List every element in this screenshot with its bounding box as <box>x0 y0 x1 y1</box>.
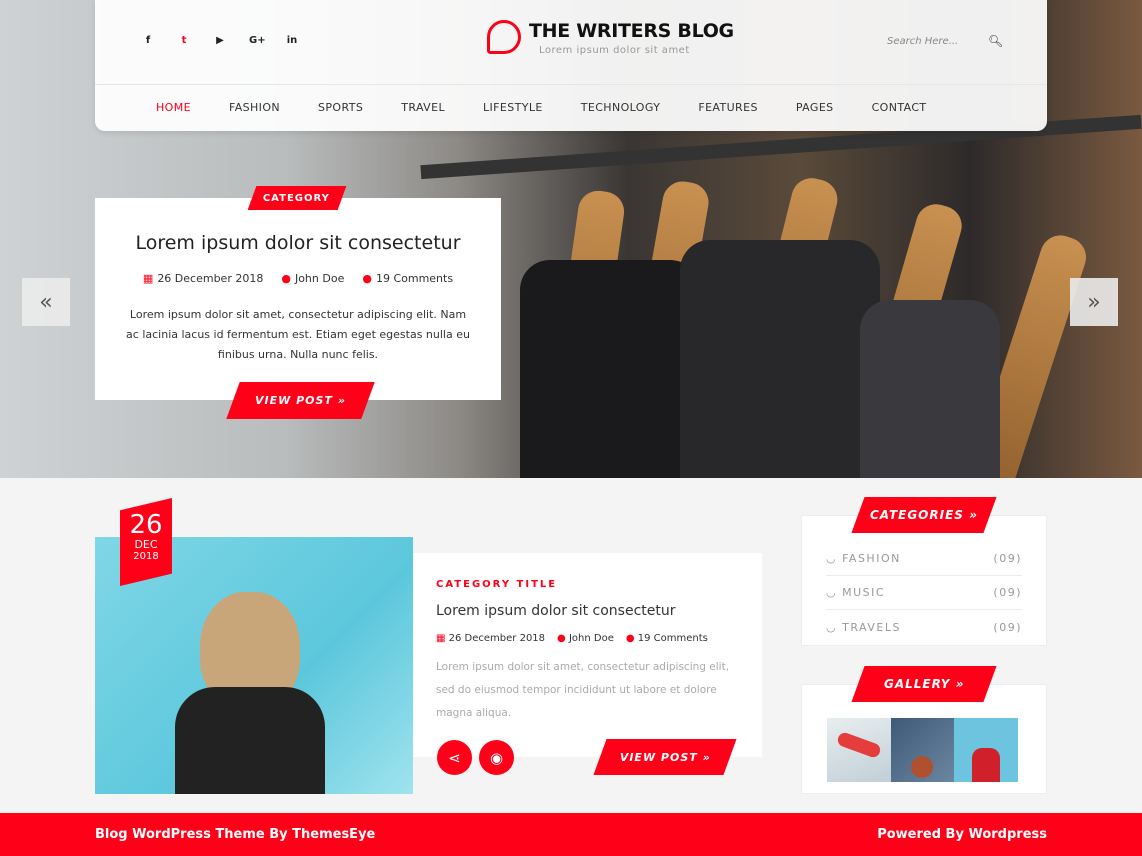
chat-pen-icon <box>487 20 521 54</box>
google-plus-icon[interactable]: G+ <box>249 35 266 46</box>
nav-features[interactable]: FEATURES <box>698 85 758 131</box>
nav-travel[interactable]: TRAVEL <box>401 85 445 131</box>
main-nav: HOME FASHION SPORTS TRAVEL LIFESTYLE TEC… <box>95 84 1047 131</box>
nav-sports[interactable]: SPORTS <box>318 85 363 131</box>
youtube-icon[interactable]: ▶ <box>213 35 227 46</box>
slider-prev-button[interactable]: « <box>22 278 70 326</box>
post-excerpt: Lorem ipsum dolor sit amet, consectetur … <box>436 661 730 719</box>
search-icon[interactable]: 🔍︎ <box>988 34 1003 48</box>
gallery-heading: GALLERY » <box>851 666 997 702</box>
nav-pages[interactable]: PAGES <box>796 85 834 131</box>
view-button[interactable]: ◉ <box>479 740 514 775</box>
category-item[interactable]: ◡ TRAVELS (09) <box>826 610 1022 644</box>
calendar-icon: ▦ <box>142 272 154 285</box>
post-meta: ▦ 26 December 2018 ● John Doe ● 19 Comme… <box>436 633 708 644</box>
gallery-image[interactable] <box>827 718 891 782</box>
post-card: CATEGORY TITLE Lorem ipsum dolor sit con… <box>413 553 762 757</box>
gallery-image[interactable] <box>954 718 1018 782</box>
categories-widget: ◡ FASHION (09) ◡ MUSIC (09) ◡ TRAVELS (09) <box>801 515 1047 646</box>
category-item[interactable]: ◡ MUSIC (09) <box>826 576 1022 610</box>
calendar-icon: ▦ <box>436 633 446 644</box>
gallery-image[interactable] <box>891 718 954 782</box>
post-view-button[interactable]: VIEW POST » <box>593 739 737 775</box>
site-tagline: Lorem ipsum dolor sit amet <box>539 45 690 56</box>
site-header: f t ▶ G+ in THE WRITERS BLOG Lorem ipsum… <box>95 0 1047 131</box>
slide-excerpt: Lorem ipsum dolor sit amet, consectetur … <box>126 308 470 361</box>
categories-heading: CATEGORIES » <box>851 497 997 533</box>
eye-icon: ◉ <box>489 748 504 767</box>
user-icon: ● <box>557 633 566 644</box>
twitter-icon[interactable]: t <box>177 35 191 46</box>
linkedin-icon[interactable]: in <box>285 35 299 46</box>
comment-icon: ● <box>625 633 635 644</box>
slide-title[interactable]: Lorem ipsum dolor sit consectetur <box>95 232 501 254</box>
nav-contact[interactable]: CONTACT <box>872 85 927 131</box>
nav-technology[interactable]: TECHNOLOGY <box>581 85 661 131</box>
search-input[interactable]: Search Here... <box>887 36 958 47</box>
slide-card: CATEGORY Lorem ipsum dolor sit consectet… <box>95 186 501 419</box>
comment-icon: ● <box>362 272 372 285</box>
footer-credit[interactable]: Blog WordPress Theme By ThemesEye <box>95 827 375 842</box>
category-item[interactable]: ◡ FASHION (09) <box>826 542 1022 576</box>
site-logo[interactable]: THE WRITERS BLOG Lorem ipsum dolor sit a… <box>487 20 734 56</box>
site-title: THE WRITERS BLOG <box>529 20 734 42</box>
nav-lifestyle[interactable]: LIFESTYLE <box>483 85 543 131</box>
share-icon: ⋖ <box>448 748 461 767</box>
view-post-button[interactable]: VIEW POST » <box>226 382 375 419</box>
footer-powered[interactable]: Powered By Wordpress <box>877 827 1047 842</box>
share-button[interactable]: ⋖ <box>437 740 472 775</box>
social-links: f t ▶ G+ in <box>141 35 299 46</box>
nav-fashion[interactable]: FASHION <box>229 85 280 131</box>
nav-home[interactable]: HOME <box>156 85 191 131</box>
facebook-icon[interactable]: f <box>141 35 155 46</box>
slide-meta: ▦ 26 December 2018 ● John Doe ● 19 Comments <box>142 272 454 285</box>
post-category[interactable]: CATEGORY TITLE <box>436 579 557 590</box>
user-icon: ● <box>281 272 291 285</box>
slide-category-badge[interactable]: CATEGORY <box>247 186 347 210</box>
slider-next-button[interactable]: » <box>1070 278 1118 326</box>
post-date-badge: 26 DEC 2018 <box>120 498 172 586</box>
post-title[interactable]: Lorem ipsum dolor sit consectetur <box>436 603 676 619</box>
site-footer: Blog WordPress Theme By ThemesEye Powere… <box>0 813 1142 856</box>
